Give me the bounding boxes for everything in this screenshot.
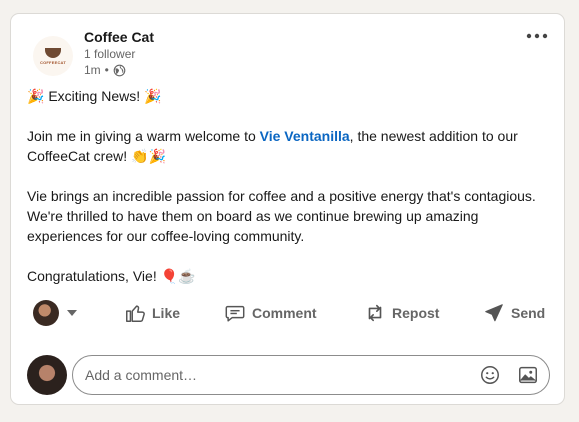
company-logo[interactable]: COFFEECAT [33,36,73,76]
like-icon [126,305,145,322]
post-time: 1m [84,63,101,77]
coffee-cup-icon [45,47,61,58]
repost-label: Repost [392,305,440,321]
post-paragraph-intro: Vie brings an incredible passion for cof… [27,188,536,244]
more-icon [526,33,548,39]
post-meta: 1m • [84,63,126,77]
comment-icon [225,305,245,322]
avatar [33,300,59,326]
repost-icon [368,304,382,322]
post-card: COFFEECAT Coffee Cat 1 follower 1m • 🎉 E… [10,13,565,405]
send-label: Send [511,305,546,321]
add-image-button[interactable] [517,364,539,386]
globe-icon [113,64,126,76]
comment-composer [27,355,557,395]
like-button[interactable]: Like [124,302,180,324]
more-options-button[interactable] [524,26,550,46]
welcome-text: Join me in giving a warm welcome to [27,128,260,144]
comment-input[interactable] [83,366,463,384]
actor-switcher[interactable] [33,300,77,326]
post-headline: 🎉 Exciting News! 🎉 [27,88,162,104]
image-icon [519,366,537,384]
send-button[interactable]: Send [483,302,545,324]
comment-label: Comment [252,305,317,321]
mention-link[interactable]: Vie Ventanilla [260,128,350,144]
send-icon [485,304,503,322]
chevron-down-icon [67,310,77,316]
action-bar: Like Comment Repost Send [27,298,557,334]
comment-button[interactable]: Comment [224,302,317,324]
emoji-button[interactable] [479,364,501,386]
logo-text: COFFEECAT [40,59,66,65]
meta-separator: • [104,63,109,77]
avatar[interactable] [27,355,67,395]
post-paragraph-congrats: Congratulations, Vie! 🎈☕ [27,268,196,284]
emoji-icon [481,366,499,384]
author-name[interactable]: Coffee Cat [84,29,154,45]
post-paragraph-welcome: Join me in giving a warm welcome to Vie … [27,126,547,166]
follower-count: 1 follower [84,47,136,61]
post-body: 🎉 Exciting News! 🎉 Join me in giving a w… [27,86,547,306]
repost-button[interactable]: Repost [364,302,439,324]
comment-box[interactable] [72,355,550,395]
like-label: Like [152,305,181,321]
